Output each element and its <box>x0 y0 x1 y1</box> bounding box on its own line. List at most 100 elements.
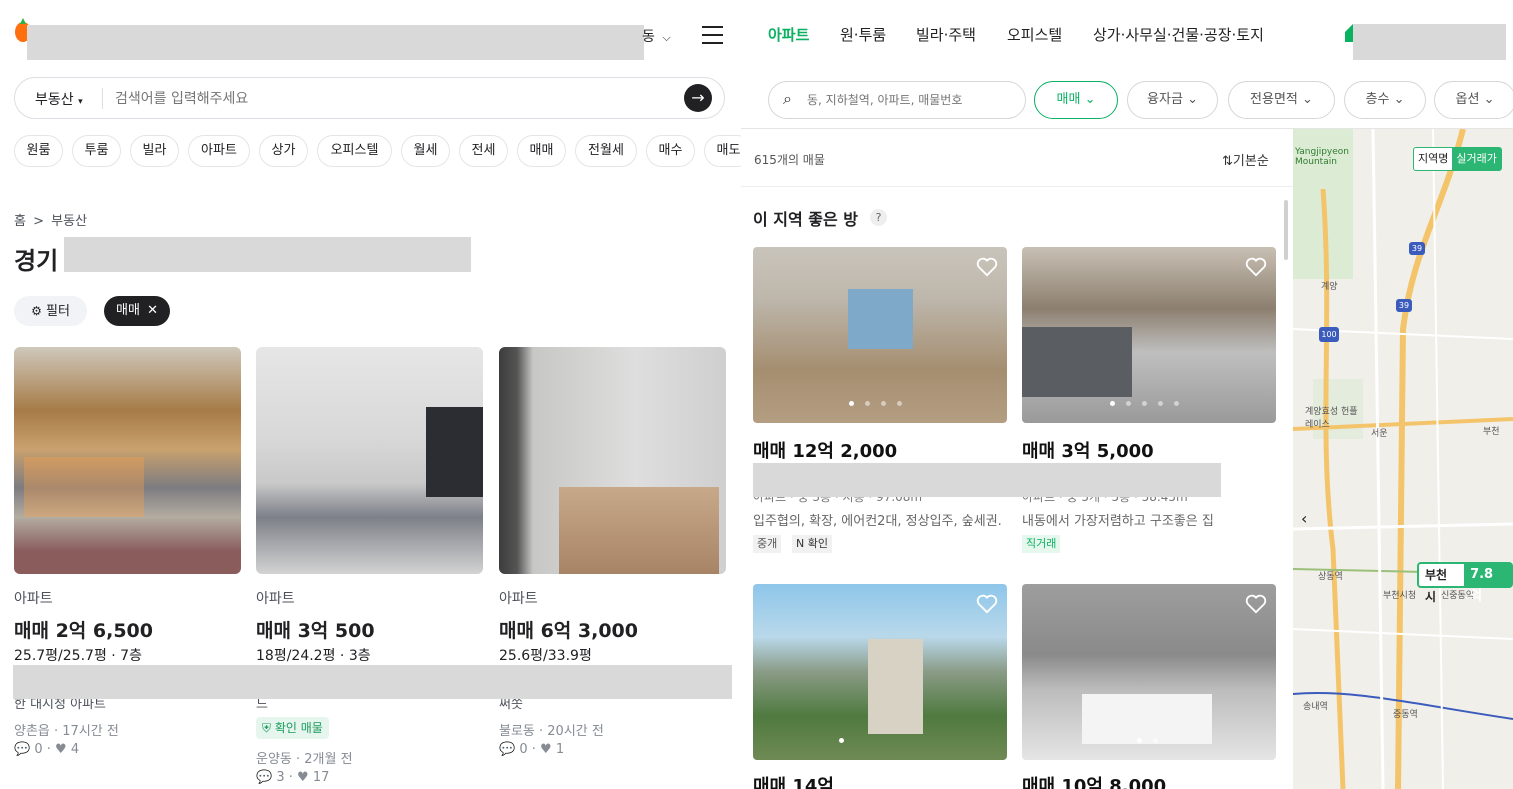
listing-price[interactable]: 매매 10억 8,000 <box>1022 772 1166 789</box>
map-label: 계양 <box>1321 282 1338 292</box>
chip-jeonse[interactable]: 전세 <box>459 135 508 167</box>
price-marker[interactable]: 부천시 7.8억 <box>1417 562 1513 604</box>
search-submit-button[interactable]: → <box>684 84 712 112</box>
listing-price[interactable]: 매매 3억 5,000 <box>1022 437 1154 463</box>
heart-icon: ♥ <box>55 742 67 757</box>
chat-bubble-icon: 💬 <box>14 742 31 757</box>
toggle-real-price[interactable]: 실거래가 <box>1452 148 1501 170</box>
search-input[interactable] <box>115 87 675 111</box>
location-selector[interactable]: 동 ⌵ <box>642 26 671 46</box>
heart-outline-icon[interactable] <box>1245 257 1267 277</box>
close-icon[interactable]: ✕ <box>147 303 158 318</box>
shield-check-icon: ⛨ <box>262 721 272 735</box>
chip-officetel[interactable]: 오피스텔 <box>317 135 392 167</box>
tab-oneroom[interactable]: 원·투룸 <box>840 24 886 45</box>
filter-loan-label: 융자금 <box>1147 92 1183 107</box>
menu-icon[interactable] <box>702 26 723 44</box>
listing-image[interactable] <box>1022 584 1276 760</box>
location-label: 동 <box>642 29 655 45</box>
chip-villa[interactable]: 빌라 <box>130 135 179 167</box>
map-search-bar[interactable]: ⌕ <box>768 81 1026 119</box>
filter-floor[interactable]: 층수 ⌄ <box>1344 81 1426 119</box>
listing-image[interactable] <box>14 347 241 574</box>
listing-image[interactable] <box>753 584 1007 760</box>
chip-apartment[interactable]: 아파트 <box>188 135 250 167</box>
chip-tworoom[interactable]: 투룸 <box>72 135 121 167</box>
listing-stats: 💬 0 · ♥ 1 <box>499 742 565 757</box>
toggle-region-name[interactable]: 지역명 <box>1414 148 1452 170</box>
chip-oneroom[interactable]: 원룸 <box>14 135 63 167</box>
filter-options[interactable]: 옵션 ⌄ <box>1434 81 1513 119</box>
verified-badge-label: 확인 매물 <box>274 721 323 735</box>
caret-down-icon: ▾ <box>78 97 83 107</box>
heart-outline-icon[interactable] <box>976 594 998 614</box>
tab-commercial[interactable]: 상가·사무실·건물·공장·토지 <box>1093 24 1264 45</box>
breadcrumb-current[interactable]: 부동산 <box>51 214 87 229</box>
tab-officetel[interactable]: 오피스텔 <box>1007 24 1062 45</box>
tab-villa[interactable]: 빌라·주택 <box>916 24 976 45</box>
listing-size: 25.7평/25.7평 · 7층 <box>14 648 142 664</box>
search-category-select[interactable]: 부동산 ▾ <box>35 89 83 109</box>
filter-button[interactable]: ⚙ 필터 <box>14 296 87 326</box>
listing-price[interactable]: 매매 2억 6,500 <box>14 616 153 643</box>
listing-size: 25.6평/33.9평 <box>499 648 592 664</box>
tab-apartment[interactable]: 아파트 <box>768 24 809 45</box>
search-icon: ⌕ <box>783 89 792 108</box>
map-mode-toggle[interactable]: 지역명 실거래가 <box>1413 147 1502 171</box>
map-label: 중동역 <box>1393 710 1418 720</box>
active-filter-chip[interactable]: 매매 ✕ <box>104 296 170 326</box>
search-bar[interactable]: 부동산 ▾ → <box>14 77 725 119</box>
listing-stats: 💬 3 · ♥ 17 <box>256 770 330 785</box>
heart-outline-icon[interactable] <box>1245 594 1267 614</box>
chevron-down-icon: ⌄ <box>1393 92 1405 107</box>
listing-image[interactable] <box>499 347 726 574</box>
listing-location-time: 불로동 · 20시간 전 <box>499 724 604 739</box>
redacted-header <box>27 25 644 60</box>
listing-location-time: 운양동 · 2개월 전 <box>256 752 353 767</box>
filter-area[interactable]: 전용면적 ⌄ <box>1228 81 1335 119</box>
chip-jeonwolse[interactable]: 전월세 <box>575 135 637 167</box>
chevron-down-icon: ⌄ <box>1084 92 1096 107</box>
filter-sale[interactable]: 매매 ⌄ <box>1034 81 1118 119</box>
chip-sale[interactable]: 매매 <box>517 135 566 167</box>
tag-direct-trade: 직거래 <box>1022 535 1061 553</box>
chip-monthly[interactable]: 월세 <box>401 135 450 167</box>
listing-type: 아파트 <box>14 591 53 607</box>
listing-image[interactable] <box>753 247 1007 423</box>
chevron-down-icon: ⌵ <box>662 31 671 44</box>
like-count: 1 <box>555 742 565 757</box>
active-filter-label: 매매 <box>116 303 140 318</box>
heart-outline-icon[interactable] <box>976 257 998 277</box>
map-label: 상동역 <box>1318 572 1343 582</box>
listing-image[interactable] <box>256 347 483 574</box>
filter-floor-label: 층수 <box>1365 92 1390 107</box>
chat-bubble-icon: 💬 <box>499 742 516 757</box>
filter-loan[interactable]: 융자금 ⌄ <box>1127 81 1218 119</box>
map-label: 서운 <box>1371 429 1388 439</box>
redacted-header-right <box>1353 24 1506 60</box>
sliders-icon: ⚙ <box>31 304 42 318</box>
tag-broker: 중개 <box>753 535 782 553</box>
listing-price[interactable]: 매매 12억 2,000 <box>753 437 897 463</box>
map-label: 부천 <box>1483 427 1500 437</box>
listing-image[interactable] <box>1022 247 1276 423</box>
map-collapse-button[interactable]: ‹ <box>1301 509 1307 528</box>
chat-bubble-icon: 💬 <box>256 770 273 785</box>
chip-store[interactable]: 상가 <box>259 135 308 167</box>
chip-buy[interactable]: 매수 <box>646 135 695 167</box>
map-view[interactable]: Yangjipyeon Mountain 계양 계양효성 헌플레이스 서운 부천… <box>1293 129 1513 789</box>
filter-area-label: 전용면적 <box>1250 92 1298 107</box>
chat-count: 0 <box>519 742 528 757</box>
left-panel: 동 ⌵ 부동산 ▾ → 원룸 투룸 빌라 아파트 상가 오피스텔 월세 전세 매… <box>0 0 741 789</box>
listing-price[interactable]: 매매 14억 <box>753 772 834 789</box>
list-scrollbar[interactable] <box>1284 200 1288 260</box>
sort-button[interactable]: ⇅기본순 <box>1222 150 1269 169</box>
help-icon[interactable]: ? <box>870 209 887 226</box>
listing-price[interactable]: 매매 3억 500 <box>256 616 375 643</box>
breadcrumb-home[interactable]: 홈 <box>14 214 26 229</box>
chip-sell[interactable]: 매도 <box>704 135 741 167</box>
map-label: 송내역 <box>1303 702 1328 712</box>
listing-price[interactable]: 매매 6억 3,000 <box>499 616 638 643</box>
heart-icon: ♥ <box>297 770 309 785</box>
map-search-input[interactable] <box>807 90 1017 110</box>
